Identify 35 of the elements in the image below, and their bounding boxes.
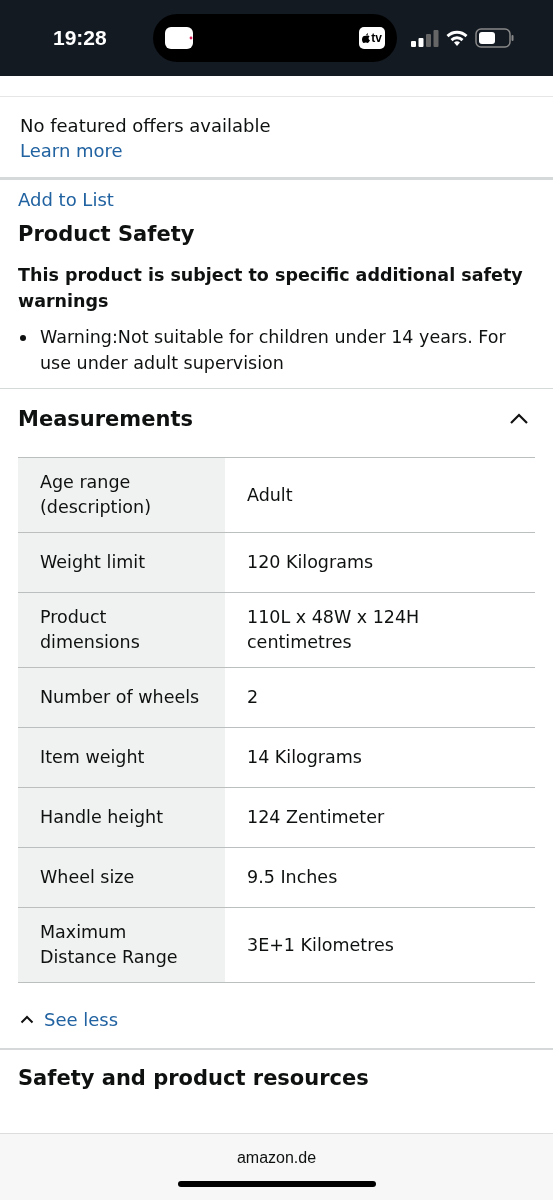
table-cell: Maximum Distance Range <box>18 908 225 983</box>
table-cell: 9.5 Inches <box>225 848 535 908</box>
warning-title: This product is subject to specific additional safety warnings <box>18 264 524 313</box>
table-cell: Wheel size <box>18 848 225 908</box>
table-cell: Handle height <box>18 788 225 848</box>
caret-icon <box>20 1015 34 1024</box>
measurements-header[interactable]: Measurements <box>18 389 535 457</box>
table-cell: Number of wheels <box>18 668 225 728</box>
signal-icon <box>411 29 439 47</box>
add-to-list-link[interactable]: Add to List <box>0 180 553 212</box>
table-cell: Age range (description) <box>18 458 225 533</box>
table-cell: 3E+1 Kilometres <box>225 908 535 983</box>
app-icon <box>165 27 193 49</box>
table-cell: 124 Zentimeter <box>225 788 535 848</box>
table-cell: 14 Kilograms <box>225 728 535 788</box>
table-cell: Adult <box>225 458 535 533</box>
learn-more-link[interactable]: Learn more <box>20 138 533 163</box>
section-title: Product Safety <box>18 221 196 248</box>
bullet-icon <box>20 335 26 341</box>
offers-message: No featured offers available <box>20 114 272 138</box>
tv-badge: tv <box>359 27 385 49</box>
table-cell: 2 <box>225 668 535 728</box>
warning-text: Warning:Not suitable for children under 14 years. For use under adult supervision <box>40 326 507 375</box>
table-cell: 120 Kilograms <box>225 533 535 593</box>
caret-icon <box>509 413 529 425</box>
url-text: amazon.de <box>236 1149 317 1167</box>
table-cell: 110L x 48W x 124H centimetres <box>225 593 535 668</box>
table-cell: Weight limit <box>18 533 225 593</box>
see-less-link[interactable]: See less <box>18 983 535 1048</box>
section-title: Safety and product resources <box>18 1065 370 1092</box>
wifi-icon <box>445 29 469 47</box>
clock-time: 19:28 <box>53 26 108 50</box>
table-cell: Product dimensions <box>18 593 225 668</box>
battery-icon <box>475 28 515 48</box>
table-cell: Item weight <box>18 728 225 788</box>
